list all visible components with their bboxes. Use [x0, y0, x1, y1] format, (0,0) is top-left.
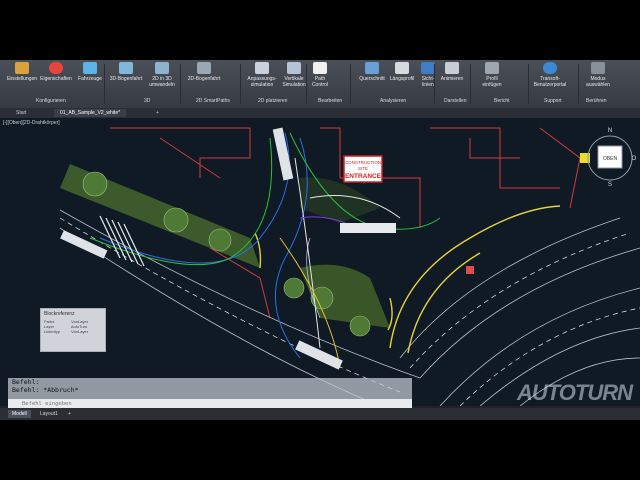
layout-tabs: Modell Layout1 + [0, 408, 640, 420]
vertical-icon [287, 62, 301, 74]
convert-2d-to-3d-button[interactable]: 2D in 3D umwandeln [142, 62, 182, 96]
vehicle-icon [83, 62, 97, 74]
group-label: Bearbeiten [318, 98, 343, 104]
new-tab-button[interactable]: + [150, 109, 165, 117]
group-label: 3D [144, 98, 151, 104]
globe-icon [543, 62, 557, 74]
touch-icon [591, 62, 605, 74]
command-history-line: Befehl: [12, 378, 40, 386]
properties-icon [49, 62, 63, 74]
autocad-window: Einstellungen Eigenschaften Fahrzeuge 3D… [0, 60, 640, 420]
ribbon-separator [240, 64, 241, 104]
sign-line-entrance: ENTRANCE [345, 173, 382, 180]
drawing-canvas[interactable]: CONSTRUCTION SITE ENTRANCE OBEN N S O [-… [0, 118, 640, 406]
add-layout-button[interactable]: + [64, 410, 75, 418]
center-island [300, 177, 380, 223]
group-label: Berühren [586, 98, 607, 104]
convert-icon [155, 62, 169, 74]
cad-drawing: CONSTRUCTION SITE ENTRANCE OBEN N S O [59, 127, 640, 406]
autoturn-watermark: AUTOTURN [516, 380, 633, 405]
select-mode-button[interactable]: Modus auswählen [578, 62, 618, 96]
viewport-label[interactable]: [-][Oben][2D-Drahtkörper] [3, 120, 60, 126]
2d-path-icon [197, 62, 211, 74]
group-label: Bericht [494, 98, 510, 104]
insert-profile-button[interactable]: Profil einfügen [472, 62, 512, 96]
compass-south: S [608, 182, 612, 188]
ribbon: Einstellungen Eigenschaften Fahrzeuge 3D… [0, 60, 640, 109]
path-control-icon [313, 62, 327, 74]
compass-north: N [608, 128, 612, 134]
command-history-line: Befehl: *Abbruch* [12, 386, 79, 394]
group-label: Analysieren [380, 98, 407, 104]
group-label: 2D SmartPaths [196, 98, 230, 104]
2d-arc-path-button[interactable]: 2D-Bogenfahrt [184, 62, 224, 96]
wrench-icon [15, 62, 29, 74]
command-input[interactable] [8, 399, 412, 408]
3d-path-icon [119, 62, 133, 74]
tooltip-key: Linientyp [44, 329, 61, 334]
group-label: Konfigurieren [36, 98, 66, 104]
sign-line-site: SITE [358, 166, 368, 171]
viewcube-label: OBEN [603, 156, 618, 162]
tooltip-value: VonLayer [71, 329, 89, 334]
tab-layout1[interactable]: Layout1 [36, 410, 62, 418]
film-icon [445, 62, 459, 74]
marker-red [466, 266, 474, 274]
tab-model[interactable]: Modell [8, 410, 31, 418]
transoft-portal-button[interactable]: Transoft- Benutzerportal [530, 62, 570, 96]
sign-line-construction: CONSTRUCTION [345, 160, 381, 165]
tab-start[interactable]: Start [10, 109, 33, 117]
ribbon-separator [104, 64, 105, 104]
animate-button[interactable]: Animieren [432, 62, 472, 96]
3d-arc-path-button[interactable]: 3D-Bogenfahrt [106, 62, 146, 96]
ribbon-separator [350, 64, 351, 104]
ribbon-separator [470, 64, 471, 104]
group-label: 2D platzieren [258, 98, 288, 104]
compass-east: O [632, 156, 637, 162]
tab-drawing[interactable]: 01_AB_Sample_V2_white* [54, 109, 127, 117]
swept-paths [89, 132, 441, 369]
command-line: Befehl: Befehl: *Abbruch* [8, 378, 412, 408]
group-label: Darstellen [444, 98, 467, 104]
group-label: Support [544, 98, 562, 104]
ribbon-separator [180, 64, 181, 104]
tooltip-title: Blockreferenz [44, 311, 75, 317]
profile-icon [395, 62, 409, 74]
block-reference-tooltip: Blockreferenz Farbe VonLayer Layer AutoT… [40, 308, 106, 352]
ribbon-separator [528, 64, 529, 104]
tooltip-row: Linientyp VonLayer [41, 329, 105, 334]
simulation-icon [255, 62, 269, 74]
insert-icon [485, 62, 499, 74]
path-control-button[interactable]: Path Control [300, 62, 340, 96]
cross-section-icon [365, 62, 379, 74]
